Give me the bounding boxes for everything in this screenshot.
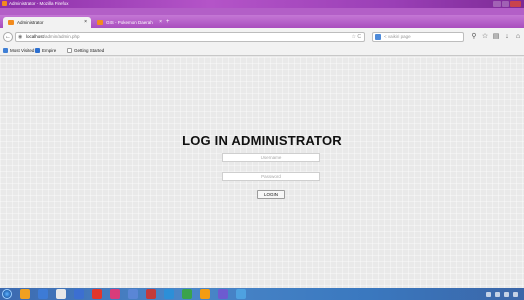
bookmark-label: Most Visited	[10, 48, 35, 53]
taskbar-app-icon[interactable]	[92, 289, 102, 299]
bookmark-most-visited[interactable]: Most Visited	[3, 47, 34, 55]
login-title: LOG IN ADMINISTRATOR	[182, 133, 342, 148]
navigation-bar: ← ◉ localhost/admin/admin.php ☆ C < vaik…	[0, 28, 524, 46]
site-identity-icon[interactable]: ◉	[18, 34, 22, 41]
taskbar-app-icon[interactable]	[110, 289, 120, 299]
bookmark-empire[interactable]: Empire	[35, 47, 56, 55]
bookmark-folder-icon	[3, 48, 8, 53]
system-tray	[486, 288, 518, 300]
bookmark-getting-started[interactable]: Getting Started	[67, 47, 104, 55]
url-path: /admin/admin.php	[43, 34, 80, 39]
bookmark-site-icon	[35, 48, 40, 53]
home-icon[interactable]: ⌂	[514, 32, 522, 42]
search-icon[interactable]: ⚲	[470, 32, 478, 42]
back-button[interactable]: ←	[3, 32, 13, 42]
tab-label: Administrator	[17, 20, 44, 25]
tab-gis[interactable]: GIS - Pokemon Daerah ×	[92, 17, 164, 28]
taskbar-app-icon[interactable]	[20, 289, 30, 299]
password-input[interactable]	[222, 172, 320, 181]
url-bar[interactable]: ◉ localhost/admin/admin.php ☆ C	[15, 32, 365, 42]
search-engine-icon[interactable]	[375, 34, 381, 40]
firefox-icon	[2, 1, 7, 6]
tab-administrator[interactable]: Administrator ×	[3, 17, 91, 28]
page-content: LOG IN ADMINISTRATOR LOGIN	[0, 57, 524, 288]
download-icon[interactable]: ↓	[503, 32, 511, 42]
search-placeholder: < vaikiri page	[384, 34, 411, 39]
minimize-button[interactable]	[493, 1, 501, 7]
taskbar-app-icon[interactable]	[74, 289, 84, 299]
taskbar-app-icon[interactable]	[182, 289, 192, 299]
window-titlebar: Administrator - Mozilla Firefox	[0, 0, 524, 8]
login-button[interactable]: LOGIN	[257, 190, 285, 199]
tray-network-icon[interactable]	[486, 291, 491, 297]
url-host: localhost	[26, 34, 44, 39]
maximize-button[interactable]	[501, 1, 510, 7]
menu-bar: File Edit View History Bookmarks Tools H…	[0, 8, 524, 22]
window-title: Administrator - Mozilla Firefox	[9, 1, 69, 6]
taskbar-app-icon[interactable]	[218, 289, 228, 299]
taskbar	[0, 288, 524, 300]
close-tab-icon[interactable]: ×	[159, 17, 162, 28]
bookmark-label: Empire	[42, 48, 57, 53]
close-tab-icon[interactable]: ×	[84, 17, 87, 28]
bookmark-label: Getting Started	[74, 48, 105, 53]
taskbar-app-icon[interactable]	[236, 289, 246, 299]
reload-icon[interactable]: ☆ C	[352, 33, 361, 41]
taskbar-apps	[20, 289, 246, 299]
tray-flag-icon[interactable]	[513, 291, 518, 297]
tab-strip: Administrator × GIS - Pokemon Daerah × +	[0, 15, 524, 28]
taskbar-app-icon[interactable]	[164, 289, 174, 299]
url-text: localhost/admin/admin.php	[26, 33, 80, 41]
bookmarks-list-icon[interactable]: ▤	[492, 32, 500, 42]
tab-label: GIS - Pokemon Daerah	[106, 20, 153, 25]
window-controls	[493, 1, 521, 7]
toolbar-icons: ⚲ ☆ ▤ ↓ ⌂	[470, 32, 522, 42]
taskbar-app-icon[interactable]	[146, 289, 156, 299]
new-tab-button[interactable]: +	[166, 17, 170, 28]
tray-battery-icon[interactable]	[504, 291, 509, 297]
bookmark-page-icon	[67, 48, 72, 53]
favicon-icon	[8, 20, 14, 25]
start-button[interactable]	[2, 289, 12, 299]
bookmarks-bar: Most Visited Empire Getting Started	[0, 46, 524, 56]
taskbar-app-icon[interactable]	[56, 289, 66, 299]
star-icon[interactable]: ☆	[481, 32, 489, 42]
taskbar-app-icon[interactable]	[38, 289, 48, 299]
search-bar[interactable]: < vaikiri page	[372, 32, 464, 42]
taskbar-app-icon[interactable]	[128, 289, 138, 299]
tray-volume-icon[interactable]	[495, 291, 500, 297]
username-input[interactable]	[222, 153, 320, 162]
close-window-button[interactable]	[510, 1, 521, 7]
taskbar-app-icon[interactable]	[200, 289, 210, 299]
favicon-icon	[97, 20, 103, 25]
